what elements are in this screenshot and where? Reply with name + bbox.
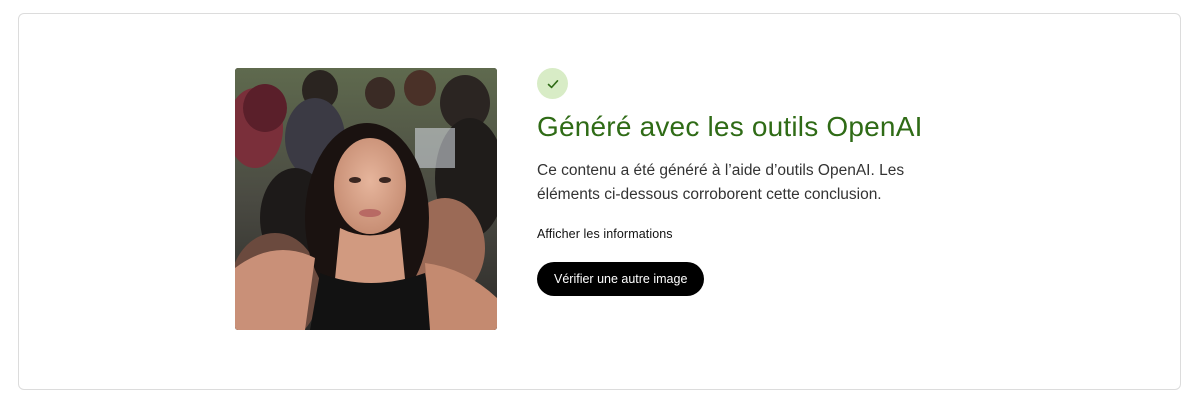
analyzed-image <box>235 68 497 330</box>
check-icon <box>547 79 558 88</box>
show-info-link[interactable]: Afficher les informations <box>537 227 673 241</box>
result-title: Généré avec les outils OpenAI <box>537 111 923 142</box>
result-content: Généré avec les outils OpenAI Ce contenu… <box>537 68 977 297</box>
result-description: Ce contenu a été généré à l’aide d’outil… <box>537 162 905 204</box>
selfie-photo <box>235 68 497 330</box>
result-card: Généré avec les outils OpenAI Ce contenu… <box>18 13 1181 390</box>
verify-another-image-button[interactable]: Vérifier une autre image <box>537 262 705 297</box>
status-badge <box>537 68 568 99</box>
